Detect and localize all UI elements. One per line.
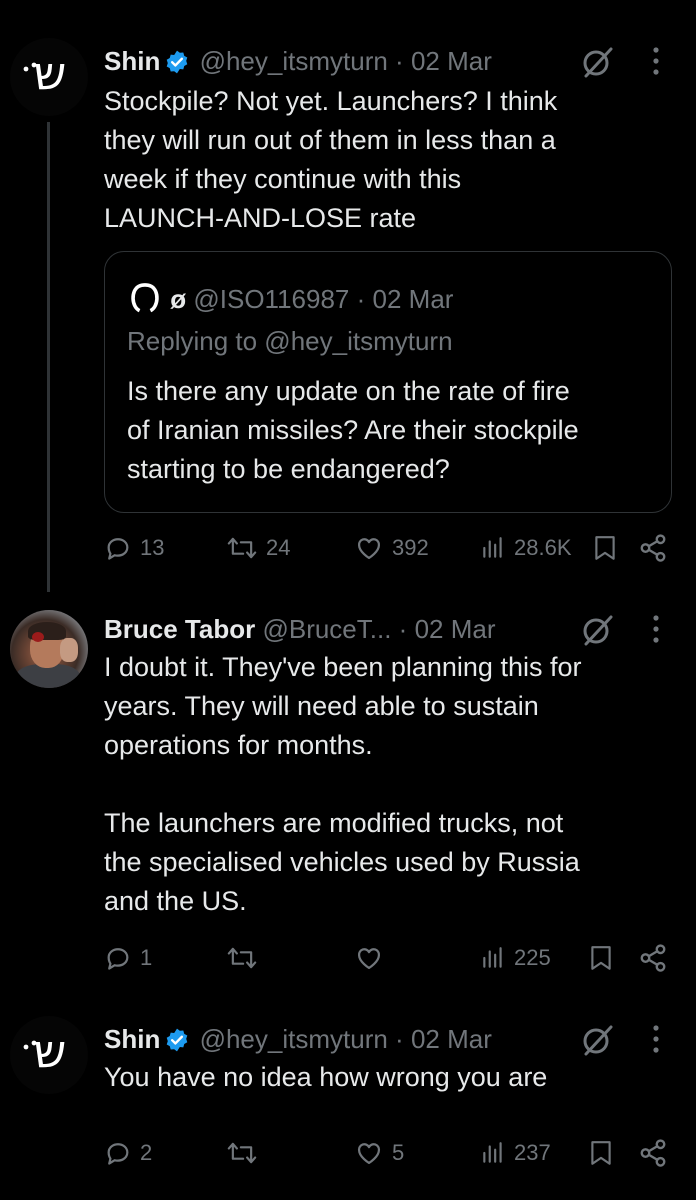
like-count: 392 xyxy=(392,535,429,560)
repost-icon xyxy=(227,947,257,969)
more-options-icon[interactable] xyxy=(651,1024,661,1054)
grok-icon[interactable] xyxy=(580,44,616,80)
repost-icon xyxy=(227,537,257,559)
share-icon[interactable] xyxy=(638,943,668,973)
bookmark-icon[interactable] xyxy=(588,1139,614,1167)
like-button[interactable]: 392 xyxy=(354,530,429,566)
grok-icon[interactable] xyxy=(580,1022,616,1058)
author-name[interactable]: Bruce Tabor xyxy=(104,614,255,644)
repost-button[interactable]: 24 xyxy=(226,530,290,566)
thread-line xyxy=(47,122,50,592)
quote-avatar-icon xyxy=(131,283,159,313)
avatar[interactable]: ש xyxy=(10,1016,88,1094)
reply-count: 1 xyxy=(140,945,153,970)
tweet-text: You have no idea how wrong you are xyxy=(104,1062,548,1092)
verified-badge-icon xyxy=(167,50,188,74)
tweet-text: Stockpile? Not yet. Launchers? I think t… xyxy=(104,86,558,233)
repost-button[interactable] xyxy=(226,940,266,976)
reply-icon xyxy=(107,538,129,560)
avatar-glyph: ש xyxy=(33,46,67,100)
like-button[interactable]: 5 xyxy=(354,1135,404,1171)
reply-button[interactable]: 2 xyxy=(104,1135,152,1171)
verified-badge-icon xyxy=(167,1028,188,1052)
views-count: 237 xyxy=(514,1140,551,1165)
quote-author-handle[interactable]: @ISO116987 xyxy=(193,284,349,314)
tweet-date[interactable]: 02 Mar xyxy=(411,1024,492,1054)
tweet-text: I doubt it. They've been planning this f… xyxy=(104,652,582,916)
share-icon[interactable] xyxy=(638,1138,668,1168)
author-handle[interactable]: @BruceT... xyxy=(262,614,391,644)
reply-count: 2 xyxy=(140,1140,153,1165)
author-name[interactable]: Shin xyxy=(104,1024,160,1054)
views-icon xyxy=(483,537,502,558)
views-icon xyxy=(483,947,502,968)
replying-to[interactable]: Replying to @hey_itsmyturn xyxy=(127,324,453,358)
more-options-icon[interactable] xyxy=(651,614,661,644)
separator: · xyxy=(398,614,408,644)
tweet-date[interactable]: 02 Mar xyxy=(411,46,492,76)
reply-count: 13 xyxy=(140,535,165,560)
action-bar: 2 5 237 xyxy=(104,1135,674,1171)
action-bar: 13 24 392 28.6K xyxy=(104,530,674,566)
grok-icon[interactable] xyxy=(580,612,616,648)
bookmark-icon[interactable] xyxy=(588,944,614,972)
heart-icon xyxy=(357,948,381,970)
avatar-glyph: ש xyxy=(33,1024,67,1078)
heart-icon xyxy=(357,1143,381,1165)
avatar-photo-hand xyxy=(60,638,78,662)
repost-icon xyxy=(227,1142,257,1164)
views-count: 225 xyxy=(514,945,551,970)
avatar[interactable] xyxy=(10,610,88,688)
repost-button[interactable] xyxy=(226,1135,266,1171)
author-handle[interactable]: @hey_itsmyturn xyxy=(200,46,388,76)
avatar-photo-detail xyxy=(32,632,44,642)
like-button[interactable] xyxy=(354,940,392,976)
quote-date: 02 Mar xyxy=(372,284,454,314)
like-count: 5 xyxy=(392,1140,405,1165)
reply-icon xyxy=(107,1143,129,1165)
quote-header: ø @ISO116987 · 02 Mar xyxy=(127,280,453,316)
avatar[interactable]: ש xyxy=(10,38,88,116)
reply-button[interactable]: 1 xyxy=(104,940,152,976)
views-button[interactable]: 237 xyxy=(480,1135,551,1171)
more-options-icon[interactable] xyxy=(651,46,661,76)
share-icon[interactable] xyxy=(638,533,668,563)
reply-icon xyxy=(107,948,129,970)
author-name[interactable]: Shin xyxy=(104,46,160,76)
views-count: 28.6K xyxy=(514,535,572,560)
separator: · xyxy=(395,46,404,76)
quote-author-name[interactable]: ø xyxy=(170,284,186,314)
bookmark-icon[interactable] xyxy=(592,534,618,562)
action-bar: 1 225 xyxy=(104,940,674,976)
quote-text: Is there any update on the rate of fire … xyxy=(127,376,579,484)
views-button[interactable]: 28.6K xyxy=(480,530,572,566)
views-icon xyxy=(483,1142,502,1163)
separator: · xyxy=(356,284,366,314)
tweet-date[interactable]: 02 Mar xyxy=(415,614,496,644)
repost-count: 24 xyxy=(266,535,291,560)
reply-button[interactable]: 13 xyxy=(104,530,164,566)
views-button[interactable]: 225 xyxy=(480,940,551,976)
separator: · xyxy=(395,1024,404,1054)
author-handle[interactable]: @hey_itsmyturn xyxy=(200,1024,388,1054)
heart-icon xyxy=(357,538,381,560)
quoted-tweet[interactable]: ø @ISO116987 · 02 Mar Replying to @hey_i… xyxy=(104,251,672,513)
